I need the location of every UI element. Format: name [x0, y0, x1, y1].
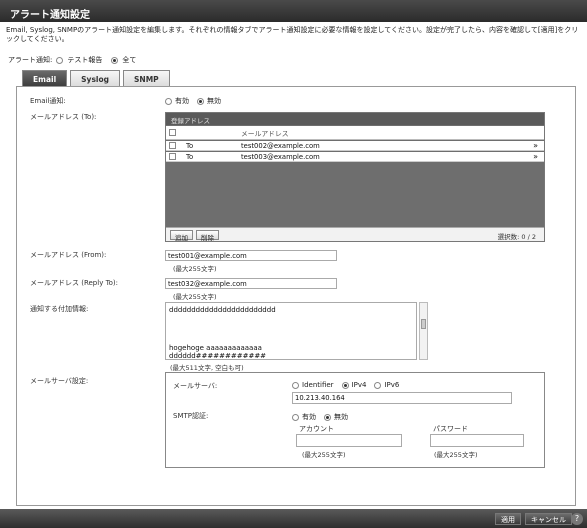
additional-info-line: hogehoge aaaaaaaaaaaaa [169, 344, 262, 352]
window-title: アラート通知設定 [0, 0, 587, 22]
scrollbar-thumb[interactable] [421, 319, 426, 329]
reply-to-label: メールアドレス (Reply To): [30, 279, 119, 287]
smtp-auth-label: SMTP認証: [173, 412, 209, 420]
tab-email[interactable]: Email [22, 70, 68, 86]
account-label: アカウント [299, 425, 334, 433]
cancel-button[interactable]: キャンセル [525, 513, 572, 525]
to-address-table: 登録アドレス メールアドレス To test002@example.com » … [165, 112, 545, 242]
table-header-row: メールアドレス [166, 126, 544, 140]
alert-mode-test-radio[interactable] [56, 56, 64, 64]
chevron-right-icon[interactable]: » [533, 152, 538, 161]
from-address-label: メールアドレス (From): [30, 251, 107, 259]
row-address: test003@example.com [241, 152, 320, 161]
additional-info-line: dddddd############ [169, 352, 267, 360]
email-notify-enable-label: 有効 [175, 97, 189, 105]
email-notify-options: 有効 無効 [165, 96, 226, 106]
select-all-checkbox[interactable] [169, 129, 176, 136]
footer-bar: 適用 キャンセル ? [0, 509, 587, 528]
description-text: Email, Syslog, SNMPのアラート通知設定を編集します。それぞれの… [6, 26, 579, 43]
smtp-auth-options: 有効 無効 [292, 412, 353, 422]
table-footer: 追加 削除 選択数: 0 / 2 [166, 227, 544, 242]
alert-mode-all-radio[interactable] [111, 56, 119, 64]
email-notify-label: Email通知: [30, 97, 66, 105]
delete-button[interactable]: 削除 [196, 230, 219, 242]
alert-mode-test-label: テスト報告 [67, 56, 103, 64]
additional-info-textarea[interactable]: dddddddddddddddddddddddd hogehoge aaaaaa… [165, 302, 417, 360]
additional-info-line [169, 314, 413, 322]
additional-info-scrollbar[interactable] [419, 302, 428, 360]
email-notify-disable-label: 無効 [207, 97, 221, 105]
server-type-identifier-label: Identifier [302, 381, 334, 389]
password-field[interactable] [430, 434, 524, 447]
from-address-hint: (最大255文字) [173, 265, 217, 273]
email-notify-disable-radio[interactable] [197, 97, 204, 105]
server-type-ipv6-radio[interactable] [374, 381, 382, 389]
reply-to-field[interactable]: test032@example.com [165, 278, 337, 289]
server-type-ipv6-label: IPv6 [384, 381, 400, 389]
server-type-options: Identifier IPv4 IPv6 [292, 381, 404, 389]
apply-button[interactable]: 適用 [495, 513, 521, 525]
server-type-ipv4-label: IPv4 [351, 381, 367, 389]
header-address: メールアドレス [241, 129, 289, 138]
row-checkbox[interactable] [169, 142, 176, 149]
server-type-ipv4-radio[interactable] [341, 381, 349, 389]
row-type: To [186, 141, 194, 150]
mail-server-field[interactable]: 10.213.40.164 [292, 392, 512, 404]
smtp-auth-enable-label: 有効 [302, 413, 316, 421]
password-hint: (最大255文字) [434, 451, 478, 459]
reply-to-hint: (最大255文字) [173, 293, 217, 301]
alert-mode-all-label: 全て [122, 56, 137, 64]
smtp-auth-enable-radio[interactable] [292, 413, 299, 421]
smtp-auth-disable-radio[interactable] [324, 413, 331, 421]
tab-syslog[interactable]: Syslog [70, 70, 121, 86]
tab-bar: Email Syslog SNMP [22, 70, 170, 86]
additional-info-line: dddddddddddddddddddddddd [169, 306, 276, 314]
additional-info-hint: (最大511文字, 空白も可) [170, 364, 244, 372]
smtp-auth-disable-label: 無効 [334, 413, 348, 421]
chevron-right-icon[interactable]: » [533, 141, 538, 150]
mail-server-section-label: メールサーバ設定: [30, 377, 89, 385]
table-row[interactable]: To test003@example.com » [166, 152, 544, 162]
row-checkbox[interactable] [169, 153, 176, 160]
tab-snmp[interactable]: SNMP [123, 70, 170, 86]
account-field[interactable] [296, 434, 402, 447]
alert-mode-label: アラート通知: [8, 56, 53, 64]
email-notify-enable-radio[interactable] [165, 97, 172, 105]
mail-server-label: メールサーバ: [173, 382, 218, 390]
help-icon[interactable]: ? [571, 513, 583, 525]
password-label: パスワード [433, 425, 468, 433]
additional-info-label: 通知する付加情報: [30, 305, 89, 313]
table-row[interactable]: To test002@example.com » [166, 141, 544, 151]
add-button[interactable]: 追加 [170, 230, 193, 242]
from-address-field[interactable]: test001@example.com [165, 250, 337, 261]
selected-count: 選択数: 0 / 2 [497, 233, 536, 241]
account-hint: (最大255文字) [302, 451, 346, 459]
alert-mode-row: アラート通知: テスト報告 全て [8, 55, 141, 65]
table-title: 登録アドレス [166, 113, 544, 125]
row-type: To [186, 152, 194, 161]
to-address-label: メールアドレス (To): [30, 113, 97, 121]
server-type-identifier-radio[interactable] [292, 381, 299, 389]
additional-info-line [169, 336, 413, 344]
row-address: test002@example.com [241, 141, 320, 150]
